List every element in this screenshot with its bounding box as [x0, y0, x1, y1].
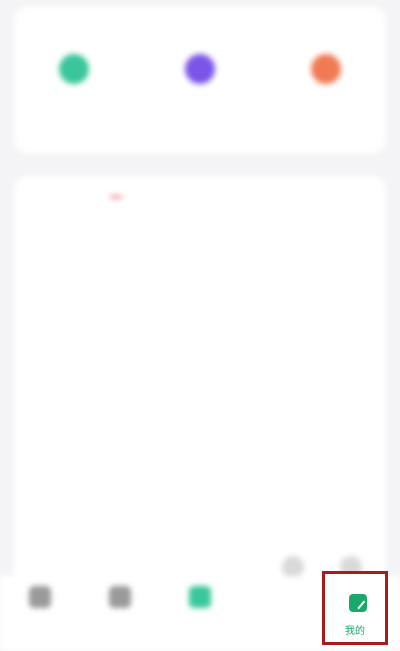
quick-action-3[interactable] [276, 54, 376, 96]
tab-2[interactable] [90, 586, 150, 612]
notification-badge [110, 196, 122, 198]
quick-actions-card [14, 6, 386, 154]
tab-mine-label: 我的 [345, 626, 365, 637]
tab-icon [189, 586, 211, 608]
quick-action-2[interactable] [150, 54, 250, 96]
blurred-background-content [0, 0, 400, 651]
quick-action-icon [185, 54, 215, 84]
menu-list-card [14, 176, 386, 586]
tab-mine[interactable]: 我的 [322, 571, 388, 645]
tab-icon [109, 586, 131, 608]
circle-icon [282, 556, 304, 578]
leaf-icon [349, 594, 367, 612]
quick-action-1[interactable] [24, 54, 124, 96]
quick-action-icon [59, 54, 89, 84]
tab-1[interactable] [10, 586, 70, 612]
tab-icon [29, 586, 51, 608]
quick-action-icon [311, 54, 341, 84]
tab-3[interactable] [170, 586, 230, 612]
